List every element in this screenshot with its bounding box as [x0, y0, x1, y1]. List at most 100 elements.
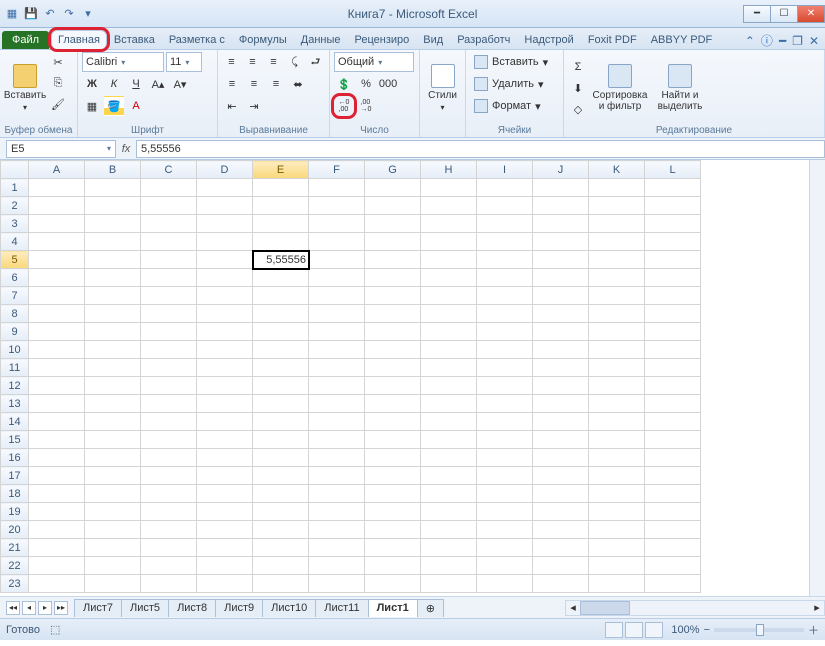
row-header[interactable]: 1 [1, 179, 29, 197]
cell[interactable] [29, 287, 85, 305]
cell[interactable] [29, 431, 85, 449]
cell[interactable] [253, 269, 309, 287]
cell[interactable] [253, 287, 309, 305]
cell[interactable] [85, 521, 141, 539]
column-header[interactable]: A [29, 161, 85, 179]
insert-cells-button[interactable]: Вставить ▾ [470, 52, 559, 72]
font-name-combo[interactable]: Calibri▾ [82, 52, 164, 72]
cell[interactable] [85, 179, 141, 197]
tab-формулы[interactable]: Формулы [232, 30, 294, 49]
cell[interactable] [645, 377, 701, 395]
cell[interactable] [29, 395, 85, 413]
cell[interactable] [477, 377, 533, 395]
cell[interactable] [309, 305, 365, 323]
cell[interactable] [533, 323, 589, 341]
cell[interactable] [253, 197, 309, 215]
cell[interactable] [645, 521, 701, 539]
cell[interactable] [589, 179, 645, 197]
page-break-view-button[interactable] [645, 622, 663, 638]
cell[interactable] [141, 215, 197, 233]
row-header[interactable]: 7 [1, 287, 29, 305]
cell[interactable] [141, 413, 197, 431]
percent-icon[interactable]: % [356, 74, 376, 94]
cell[interactable] [533, 395, 589, 413]
row-header[interactable]: 12 [1, 377, 29, 395]
decrease-decimal-button[interactable]: ,00 →0 [356, 96, 376, 116]
normal-view-button[interactable] [605, 622, 623, 638]
zoom-in-button[interactable]: ＋ [808, 622, 819, 638]
cell[interactable] [253, 305, 309, 323]
cell[interactable] [85, 233, 141, 251]
align-top-icon[interactable]: ≡ [222, 52, 241, 72]
cell[interactable] [141, 395, 197, 413]
cell[interactable] [589, 305, 645, 323]
row-header[interactable]: 17 [1, 467, 29, 485]
cell[interactable] [253, 359, 309, 377]
cell[interactable] [365, 503, 421, 521]
cell[interactable] [365, 287, 421, 305]
cell[interactable] [309, 503, 365, 521]
increase-font-icon[interactable]: A▴ [148, 74, 168, 94]
cell[interactable] [645, 233, 701, 251]
tab-надстрой[interactable]: Надстрой [517, 30, 580, 49]
cell[interactable] [29, 521, 85, 539]
cell[interactable] [533, 341, 589, 359]
cell[interactable] [253, 323, 309, 341]
cell[interactable] [645, 305, 701, 323]
comma-icon[interactable]: 000 [378, 74, 398, 94]
cell[interactable] [29, 341, 85, 359]
cell[interactable] [365, 197, 421, 215]
cell[interactable] [253, 539, 309, 557]
cell[interactable] [365, 521, 421, 539]
cell[interactable] [477, 341, 533, 359]
font-color-icon[interactable]: A [126, 96, 146, 116]
cell[interactable] [29, 305, 85, 323]
sheet-prev-icon[interactable]: ◂ [22, 601, 36, 615]
cell[interactable] [141, 449, 197, 467]
find-select-button[interactable]: Найти и выделить [652, 62, 708, 114]
cell[interactable] [29, 233, 85, 251]
cell[interactable] [421, 413, 477, 431]
cell[interactable] [309, 557, 365, 575]
row-header[interactable]: 13 [1, 395, 29, 413]
cell[interactable] [421, 575, 477, 593]
cell[interactable] [477, 305, 533, 323]
cell[interactable] [589, 341, 645, 359]
cell[interactable] [421, 395, 477, 413]
cell[interactable] [589, 557, 645, 575]
cell[interactable] [589, 287, 645, 305]
cell[interactable] [141, 179, 197, 197]
scroll-thumb[interactable] [580, 601, 630, 615]
cell[interactable] [309, 233, 365, 251]
cell[interactable] [29, 377, 85, 395]
cell[interactable] [197, 197, 253, 215]
cell[interactable] [141, 485, 197, 503]
cell[interactable] [533, 431, 589, 449]
cell[interactable] [421, 251, 477, 269]
cell[interactable] [365, 485, 421, 503]
sheet-tab[interactable]: Лист10 [262, 599, 316, 617]
cell[interactable] [309, 521, 365, 539]
name-box[interactable]: E5 ▾ [6, 140, 116, 158]
row-header[interactable]: 10 [1, 341, 29, 359]
cell[interactable] [85, 287, 141, 305]
cell[interactable] [197, 395, 253, 413]
cell[interactable] [85, 557, 141, 575]
column-header[interactable]: F [309, 161, 365, 179]
cell[interactable] [365, 251, 421, 269]
row-header[interactable]: 6 [1, 269, 29, 287]
format-cells-button[interactable]: Формат ▾ [470, 96, 559, 116]
cell[interactable] [533, 251, 589, 269]
cell[interactable] [589, 323, 645, 341]
row-header[interactable]: 23 [1, 575, 29, 593]
row-header[interactable]: 20 [1, 521, 29, 539]
tab-рецензиро[interactable]: Рецензиро [348, 30, 417, 49]
border-icon[interactable]: ▦ [82, 96, 102, 116]
cell[interactable] [477, 197, 533, 215]
zoom-out-button[interactable]: − [704, 624, 710, 636]
sheet-next-icon[interactable]: ▸ [38, 601, 52, 615]
column-header[interactable]: D [197, 161, 253, 179]
cell[interactable] [533, 503, 589, 521]
merge-icon[interactable]: ⬌ [288, 74, 308, 94]
row-header[interactable]: 5 [1, 251, 29, 269]
